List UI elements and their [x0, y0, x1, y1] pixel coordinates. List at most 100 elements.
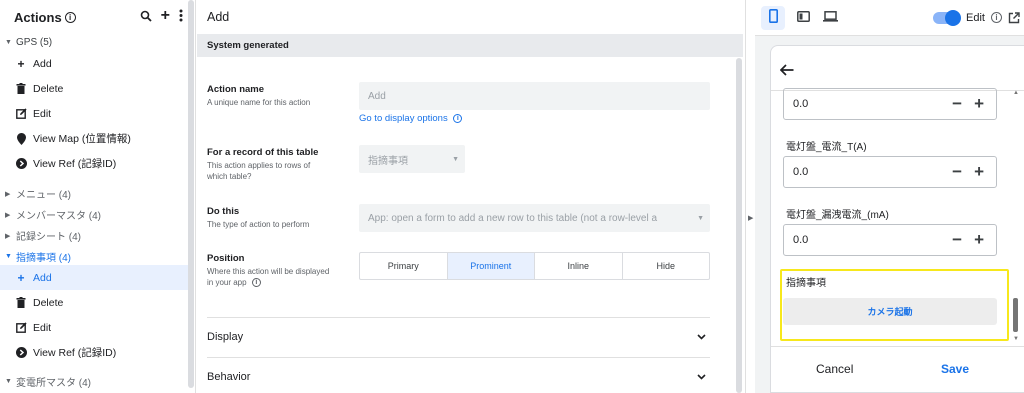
- field-desc: which table?: [207, 172, 252, 181]
- minus-icon[interactable]: −: [952, 230, 962, 250]
- action-name-label-block: Action name A unique name for this actio…: [207, 84, 357, 108]
- stepper-buttons: − +: [952, 162, 984, 182]
- sidebar-group-record-sheet[interactable]: ▶ 記録シート (4): [0, 227, 188, 244]
- field-label: Action name: [207, 84, 265, 95]
- search-icon[interactable]: [140, 10, 152, 22]
- action-name-input[interactable]: Add: [359, 82, 710, 110]
- position-segmented-control: Primary Prominent Inline Hide: [359, 252, 710, 280]
- group-label: 記録シート (4): [16, 232, 81, 243]
- caret-right-icon: ▶: [5, 190, 11, 198]
- app-preview-panel: Edit i 0.0 − + 電灯盤_電流_T(A) 0.0 − + 電灯盤_漏: [755, 0, 1024, 393]
- number-field-current-t[interactable]: 0.0 − +: [783, 156, 997, 188]
- item-label: Add: [33, 271, 52, 284]
- edit-label-text: Edit: [966, 12, 985, 24]
- sidebar-group-substation-master[interactable]: ▼ 変電所マスタ (4): [0, 373, 188, 390]
- sidebar-title: Actions: [14, 9, 62, 25]
- caret-down-icon: ▼: [5, 253, 12, 260]
- select-value: 指摘事項: [368, 155, 408, 167]
- camera-launch-button[interactable]: カメラ起動: [783, 298, 997, 325]
- action-editor: Add System generated Action name A uniqu…: [197, 0, 743, 393]
- sidebar-item-delete[interactable]: Delete: [0, 290, 188, 315]
- field-label-leakage: 電灯盤_漏洩電流_(mA): [786, 210, 889, 221]
- tablet-device-button[interactable]: [791, 6, 815, 30]
- record-table-select[interactable]: 指摘事項 ▼: [359, 145, 465, 173]
- item-label: Edit: [33, 321, 52, 334]
- field-label: Position: [207, 253, 245, 264]
- display-options-link[interactable]: Go to display options i: [359, 113, 463, 124]
- more-vert-icon[interactable]: [179, 9, 183, 22]
- position-option-primary[interactable]: Primary: [360, 253, 448, 279]
- number-value: 0.0: [793, 98, 809, 110]
- system-generated-banner: System generated: [197, 34, 743, 57]
- cancel-button[interactable]: Cancel: [816, 362, 853, 376]
- do-this-label-block: Do this The type of action to perform: [207, 206, 357, 230]
- item-label: Delete: [33, 296, 64, 309]
- panel-divider[interactable]: ▶: [745, 0, 755, 393]
- sidebar-item-view-map[interactable]: View Map (位置情報): [0, 126, 188, 151]
- item-label: View Ref (記録ID): [33, 158, 117, 170]
- info-icon[interactable]: i: [251, 278, 261, 287]
- plus-icon[interactable]: +: [974, 162, 984, 182]
- stepper-buttons: − +: [952, 94, 984, 114]
- caret-right-icon: ▶: [5, 232, 11, 240]
- accordion-label: Behavior: [207, 370, 251, 383]
- display-accordion[interactable]: Display: [207, 317, 710, 355]
- sidebar-item-add-selected[interactable]: + Add: [0, 265, 188, 290]
- scroll-down-icon[interactable]: ▼: [1013, 336, 1019, 342]
- position-label-block: Position Where this action will be displ…: [207, 253, 357, 288]
- arrow-circle-icon: [15, 158, 27, 170]
- sidebar-item-edit[interactable]: Edit: [0, 101, 188, 126]
- open-external-icon[interactable]: [1008, 11, 1020, 29]
- edit-toggle[interactable]: [933, 10, 961, 26]
- plus-icon[interactable]: +: [974, 230, 984, 250]
- behavior-accordion[interactable]: Behavior: [207, 357, 710, 393]
- save-button[interactable]: Save: [941, 362, 969, 376]
- sidebar-header: Actions i +: [0, 0, 195, 34]
- editor-scrollbar[interactable]: [736, 58, 742, 393]
- caret-down-icon: ▼: [5, 39, 12, 46]
- toggle-knob: [945, 10, 961, 26]
- position-option-inline[interactable]: Inline: [535, 253, 623, 279]
- field-desc-text: in your app: [207, 278, 247, 287]
- sidebar-group-findings[interactable]: ▼ 指摘事項 (4): [0, 248, 188, 265]
- item-label: Delete: [33, 82, 64, 95]
- number-field-1[interactable]: 0.0 − +: [783, 88, 997, 120]
- scroll-up-icon[interactable]: ▲: [1013, 90, 1019, 96]
- info-icon[interactable]: i: [64, 11, 76, 23]
- sidebar-item-view-ref[interactable]: View Ref (記録ID): [0, 340, 188, 365]
- preview-scrollbar[interactable]: [1013, 298, 1018, 332]
- back-arrow-icon[interactable]: [779, 63, 794, 79]
- number-field-leakage[interactable]: 0.0 − +: [783, 224, 997, 256]
- minus-icon[interactable]: −: [952, 162, 962, 182]
- sidebar-scrollbar[interactable]: [188, 0, 194, 388]
- number-value: 0.0: [793, 166, 809, 178]
- plus-icon: +: [17, 270, 25, 285]
- minus-icon[interactable]: −: [952, 94, 962, 114]
- desktop-device-button[interactable]: [818, 6, 842, 30]
- item-label: View Ref (記録ID): [33, 347, 117, 359]
- field-label: Do this: [207, 206, 240, 217]
- accordion-label: Display: [207, 330, 244, 343]
- info-icon[interactable]: i: [991, 12, 1003, 23]
- sidebar-item-edit[interactable]: Edit: [0, 315, 188, 340]
- group-label: メニュー (4): [16, 190, 71, 201]
- sidebar-group-gps[interactable]: ▼ GPS (5): [0, 34, 188, 51]
- sidebar-item-delete[interactable]: Delete: [0, 76, 188, 101]
- plus-icon[interactable]: +: [974, 94, 984, 114]
- arrow-circle-icon: [15, 347, 27, 359]
- sidebar-group-member-master[interactable]: ▶ メンバーマスタ (4): [0, 206, 188, 223]
- sidebar-item-add[interactable]: + Add: [0, 51, 188, 76]
- add-icon[interactable]: +: [161, 7, 170, 23]
- position-option-hide[interactable]: Hide: [623, 253, 710, 279]
- phone-device-button[interactable]: [761, 6, 785, 30]
- position-option-prominent[interactable]: Prominent: [447, 253, 535, 279]
- collapse-arrow-icon[interactable]: ▶: [748, 214, 753, 222]
- edit-toggle-label: Edit i: [966, 12, 1003, 24]
- laptop-icon: [822, 9, 838, 27]
- link-text: Go to display options: [359, 113, 448, 124]
- chevron-down-icon: [697, 332, 706, 342]
- sidebar-item-view-ref[interactable]: View Ref (記録ID): [0, 151, 188, 176]
- form-footer: Cancel Save: [771, 346, 1024, 392]
- sidebar-group-menu[interactable]: ▶ メニュー (4): [0, 185, 188, 202]
- do-this-select[interactable]: App: open a form to add a new row to thi…: [359, 204, 710, 232]
